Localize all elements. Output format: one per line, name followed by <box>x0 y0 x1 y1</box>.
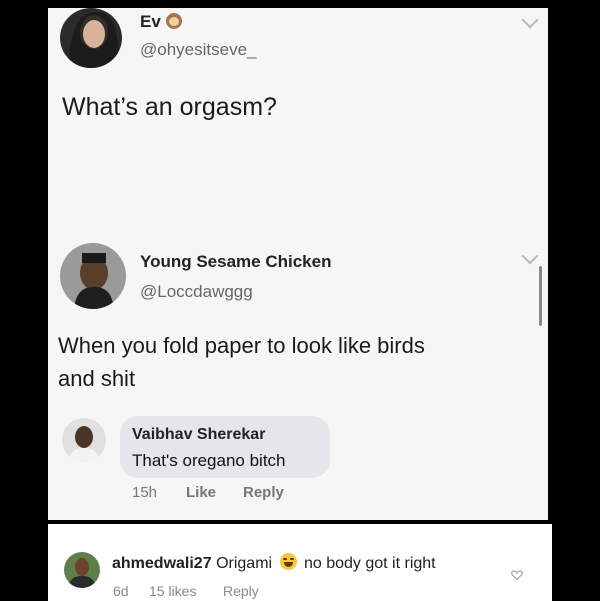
heart-icon[interactable] <box>511 568 523 581</box>
ev-author-name[interactable]: Ev <box>140 12 182 32</box>
like-link[interactable]: Like <box>186 484 216 501</box>
ig-comment-text: Origami <box>216 555 273 572</box>
comment-text: That's oregano bitch <box>132 451 286 470</box>
reply-link[interactable]: Reply <box>243 484 284 501</box>
ev-avatar[interactable] <box>60 8 122 68</box>
ig-comment-time: 6d <box>113 583 129 599</box>
young-sesame-chicken-author-name[interactable]: Young Sesame Chicken <box>140 252 331 272</box>
comment-time: 15h <box>132 484 158 501</box>
monkey-emoji-icon <box>165 13 182 29</box>
ig-likes-count[interactable]: 15 likes <box>149 583 196 599</box>
instagram-comment: ahmedwali27 Origami no body got it right <box>112 553 436 573</box>
ig-comment-text-2: no body got it right <box>303 555 436 572</box>
ev-author-handle[interactable]: @ohyesitseve_ <box>140 40 257 60</box>
young-sesame-chicken-avatar[interactable] <box>60 243 126 309</box>
vaibhav-avatar[interactable] <box>62 418 106 462</box>
ig-username[interactable]: ahmedwali27 <box>112 555 212 572</box>
ig-reply-link[interactable]: Reply <box>223 583 259 599</box>
comment-author-name[interactable]: Vaibhav Sherekar <box>132 426 265 444</box>
tweet1-text: What’s an orgasm? <box>62 93 277 121</box>
laughing-emoji-icon <box>279 553 297 570</box>
meme-screenshot: Ev @ohyesitseve_ What’s an orgasm? Young… <box>0 0 600 601</box>
young-sesame-chicken-author-handle[interactable]: @Loccdawggg <box>140 282 253 302</box>
scrollbar[interactable] <box>539 266 542 326</box>
ahmedwali-avatar[interactable] <box>64 552 100 588</box>
tweet2-text-line1: When you fold paper to look like birds <box>58 333 425 358</box>
tweet2-text-line2: and shit <box>58 366 136 391</box>
